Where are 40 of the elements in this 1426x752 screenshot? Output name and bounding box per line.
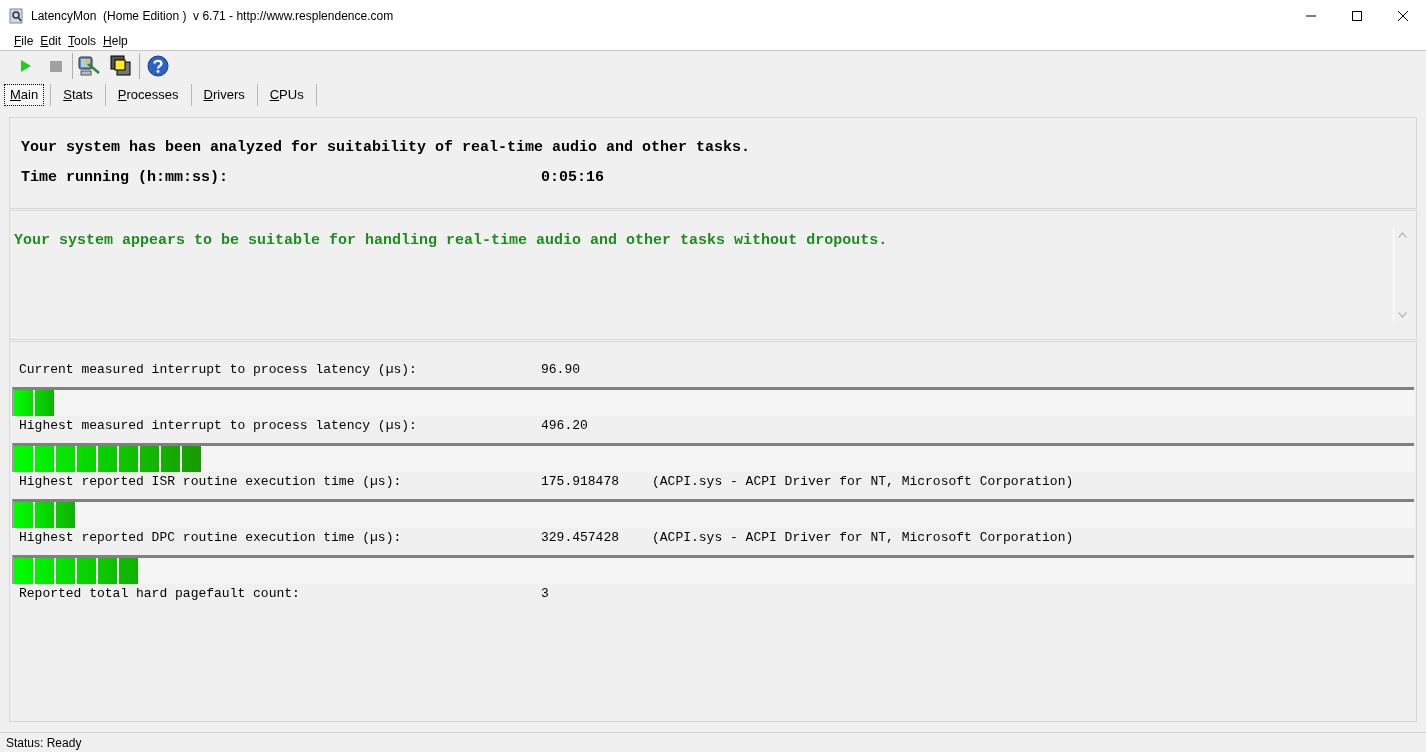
scrollbar[interactable]	[1393, 228, 1410, 322]
menu-item[interactable]: Edit	[39, 31, 63, 50]
scroll-down-icon	[1397, 312, 1407, 318]
measurement-value: 329.457428	[541, 529, 620, 547]
measurement-value: 96.90	[541, 361, 581, 379]
window-title: LatencyMon (Home Edition ) v 6.71 - http://www.resplendence.com	[31, 7, 394, 25]
help-button[interactable]	[146, 54, 170, 78]
windows-icon	[110, 55, 132, 77]
measurement-detail: (ACPI.sys - ACPI Driver for NT, Microsoft Corporation)	[652, 529, 1074, 547]
toolbar-button[interactable]	[109, 54, 133, 78]
tab[interactable]: Processes	[111, 84, 185, 106]
verdict-text: Your system appears to be suitable for handling real-time audio and other tasks without dropouts.	[13, 231, 889, 251]
app-icon	[9, 7, 23, 24]
tab[interactable]: CPUs	[263, 84, 310, 106]
measurement-label: Highest reported DPC routine execution time (µs):	[19, 529, 403, 547]
play-icon	[20, 60, 32, 72]
tab[interactable]: Drivers	[197, 84, 251, 106]
computer-wand-icon	[77, 55, 101, 77]
measurement-label: Current measured interrupt to process latency (µs):	[19, 361, 418, 379]
measurement-label: Highest reported ISR routine execution time (µs):	[19, 473, 403, 491]
stop-icon	[50, 60, 62, 72]
close-icon	[1398, 10, 1408, 21]
menu-item[interactable]: Help	[102, 31, 129, 50]
measurement-value: 175.918478	[541, 473, 620, 491]
tab[interactable]: Main	[4, 84, 45, 106]
measurement-value: 3	[541, 585, 550, 603]
tab[interactable]: Stats	[57, 84, 99, 106]
status-text: Status: Ready	[6, 734, 82, 752]
measurement-detail: (ACPI.sys - ACPI Driver for NT, Microsoft Corporation)	[652, 473, 1074, 491]
time-value: 0:05:16	[541, 168, 604, 188]
time-label: Time running (h:mm:ss):	[21, 168, 230, 188]
menu-item[interactable]: Tools	[67, 31, 98, 50]
measurement-label: Highest measured interrupt to process latency (µs):	[19, 417, 418, 435]
measurement-value: 496.20	[541, 417, 589, 435]
maximize-icon	[1352, 10, 1362, 21]
summary-headline: Your system has been analyzed for suitability of real-time audio and other tasks.	[21, 137, 752, 158]
toolbar-button[interactable]	[77, 54, 101, 78]
measurement-label: Reported total hard pagefault count:	[19, 585, 301, 603]
menu-item[interactable]: File	[13, 31, 35, 50]
scroll-up-icon	[1397, 232, 1407, 238]
